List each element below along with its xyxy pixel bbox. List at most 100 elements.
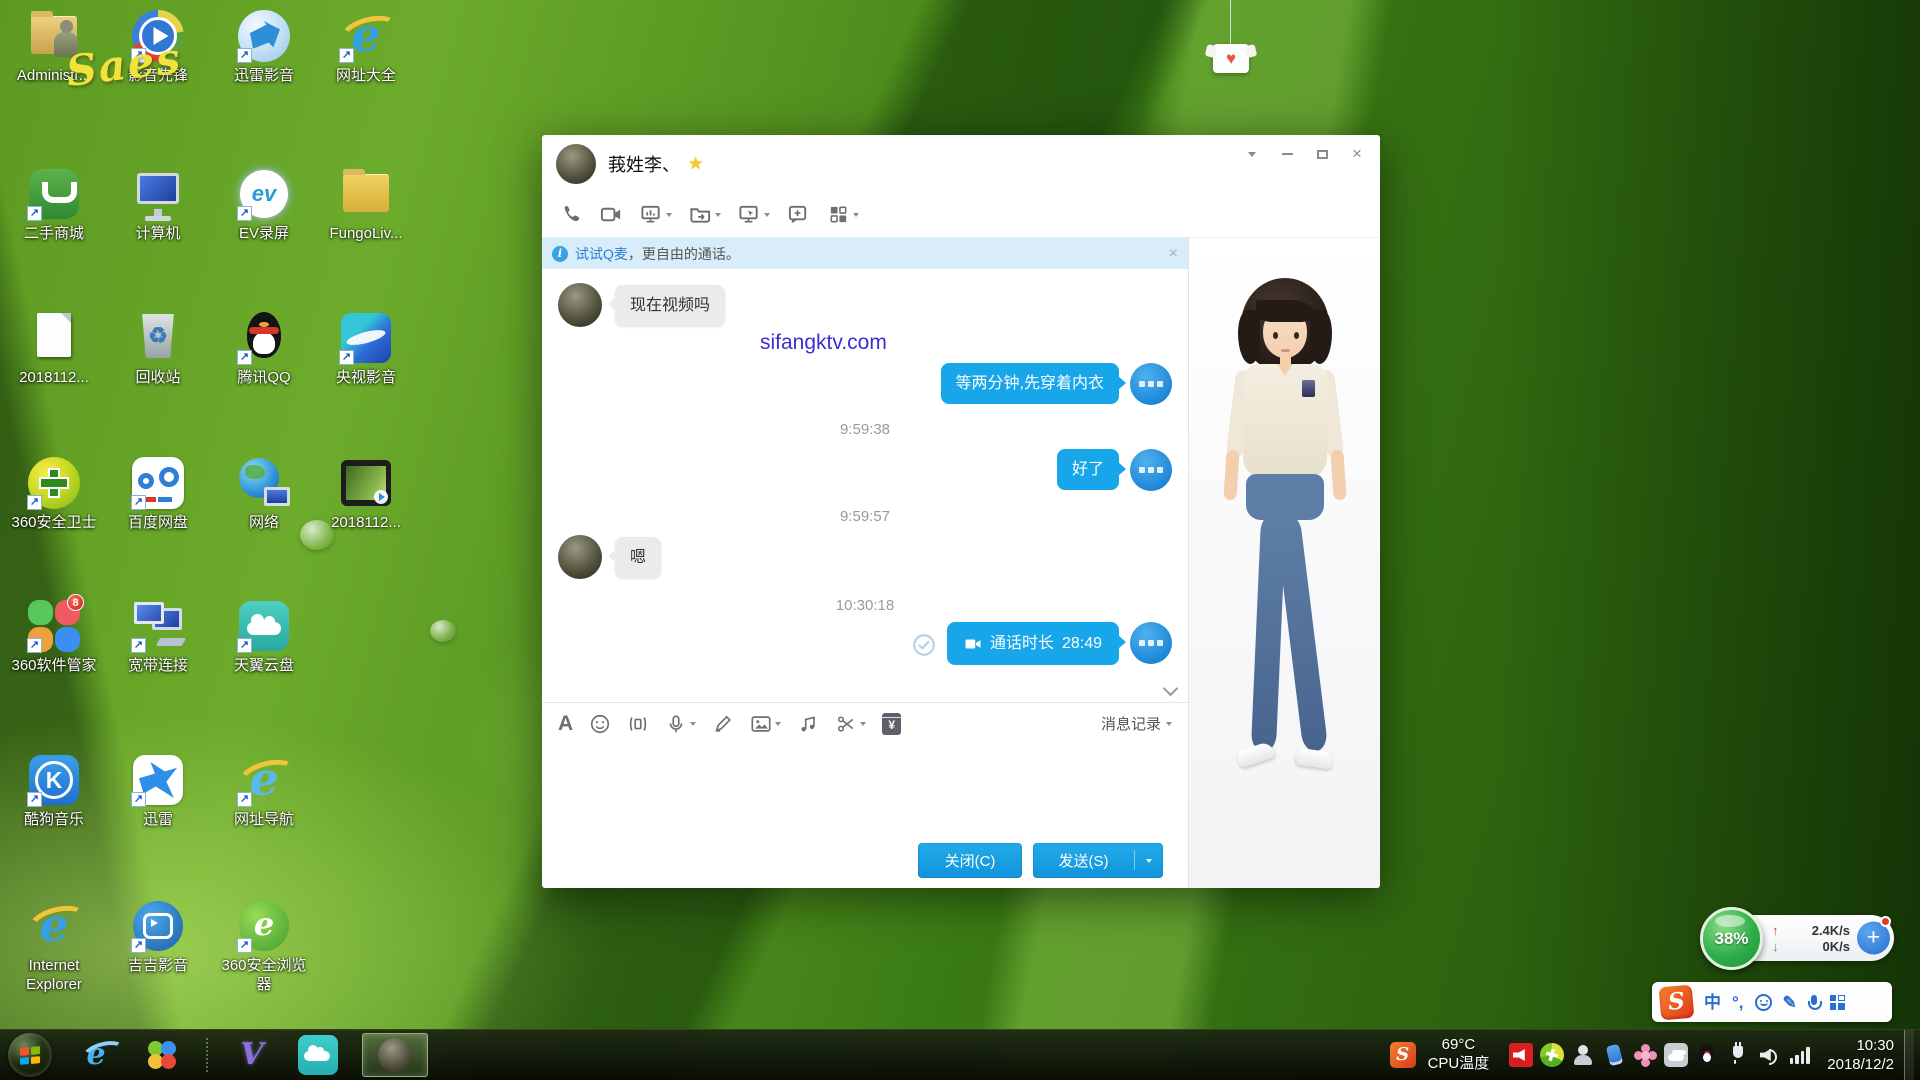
maximize-button[interactable] <box>1309 143 1335 165</box>
tray-audio-app-icon[interactable] <box>1509 1043 1533 1067</box>
taskbar-purple-v-app[interactable]: V <box>230 1033 274 1077</box>
desktop-icon-tianyi-yunpan[interactable]: ↗ 天翼云盘 <box>216 598 312 676</box>
call-duration-bubble[interactable]: 通话时长 28:49 <box>947 622 1119 665</box>
message-area[interactable]: 现在视频吗 sifangktv.com 等两分钟,先穿着内衣 9:59:38 好… <box>542 269 1188 702</box>
desktop-icon-document-2018112[interactable]: 2018112... <box>6 310 102 388</box>
red-packet-button[interactable]: ¥ <box>882 713 901 735</box>
tray-contact-icon[interactable] <box>1571 1043 1595 1067</box>
minimize-button[interactable] <box>1274 143 1300 165</box>
peer-avatar[interactable] <box>556 144 596 184</box>
caret-down-icon <box>715 213 721 220</box>
sogou-ime-bar[interactable]: S 中 °, ✎ <box>1652 982 1892 1022</box>
screen-demo-button[interactable] <box>640 203 672 226</box>
taskbar-internet-explorer[interactable]: e <box>74 1033 118 1077</box>
handwriting-button[interactable] <box>712 713 734 735</box>
self-message-avatar[interactable] <box>1130 363 1172 405</box>
desktop-icon-360-ruanjian-guanjia[interactable]: 8↗ 360软件管家 <box>6 598 102 676</box>
font-button[interactable]: A <box>558 713 573 734</box>
screenshot-button[interactable] <box>835 713 866 735</box>
desktop-icon-ershou-shangcheng[interactable]: ↗ 二手商城 <box>6 166 102 244</box>
show-desktop-button[interactable] <box>1904 1030 1914 1080</box>
app-grid-button[interactable] <box>827 203 859 226</box>
send-image-button[interactable] <box>750 713 781 735</box>
send-button[interactable]: 发送(S) <box>1033 843 1163 878</box>
message-input[interactable] <box>542 744 1188 832</box>
close-chat-button[interactable]: 关闭(C) <box>918 843 1022 878</box>
tray-qq-icon[interactable] <box>1695 1043 1719 1067</box>
remote-assist-button[interactable] <box>738 203 770 226</box>
desktop-icon-yangshi-yingyin[interactable]: ↗ 央视影音 <box>318 310 414 388</box>
taskbar-active-qq-chat[interactable] <box>362 1033 428 1077</box>
computer-icon <box>130 166 186 222</box>
shortcut-arrow-icon: ↗ <box>339 48 354 63</box>
tray-flower-icon[interactable] <box>1633 1043 1657 1067</box>
ime-toolbox-button[interactable] <box>1830 995 1845 1010</box>
desktop-icon-internet-explorer[interactable]: e Internet Explorer <box>6 898 102 995</box>
taskbar-clock[interactable]: 10:30 2018/12/2 <box>1827 1036 1894 1075</box>
desktop-icon-360-browser[interactable]: e↗ 360安全浏览器 <box>216 898 312 995</box>
desktop-icon-xunlei[interactable]: ↗ 迅雷 <box>110 752 206 830</box>
desktop-icon-wangzhi-daquan[interactable]: e↗ 网址大全 <box>318 8 414 86</box>
ime-voice-button[interactable] <box>1808 995 1819 1010</box>
qmai-link[interactable]: 试试Q麦 <box>575 244 628 264</box>
dew-drop <box>430 620 456 642</box>
outgoing-bubble: 等两分钟,先穿着内衣 <box>941 363 1119 404</box>
qq-show-panel[interactable] <box>1188 238 1380 888</box>
tray-volume-icon[interactable] <box>1757 1043 1781 1067</box>
create-group-button[interactable] <box>787 203 810 226</box>
desktop-icon-recycle-bin[interactable]: ♻ 回收站 <box>110 310 206 388</box>
desktop-icon-kugou-music[interactable]: K↗ 酷狗音乐 <box>6 752 102 830</box>
document-icon <box>26 310 82 366</box>
voice-message-button[interactable] <box>665 713 696 735</box>
desktop-icon-kuandai-lianjie[interactable]: ↗ 宽带连接 <box>110 598 206 676</box>
tray-sogou-icon[interactable]: S <box>1390 1042 1416 1068</box>
desktop-icon-baidu-wangpan[interactable]: ↗ 百度网盘 <box>110 455 206 533</box>
jiji-player-icon: ↗ <box>130 898 186 954</box>
music-share-button[interactable] <box>797 713 819 735</box>
voice-call-button[interactable] <box>560 203 583 226</box>
ime-punctuation-button[interactable]: °, <box>1732 994 1744 1011</box>
self-message-avatar[interactable] <box>1130 449 1172 491</box>
window-titlebar[interactable]: 莪姓李、 ★ × <box>542 135 1380 192</box>
send-file-button[interactable] <box>689 203 721 226</box>
send-options-caret[interactable] <box>1135 855 1163 866</box>
start-button[interactable] <box>8 1033 52 1077</box>
memory-ball[interactable]: 38% <box>1700 907 1763 970</box>
desktop-icon-jiji-yingyin[interactable]: ↗ 吉吉影音 <box>110 898 206 976</box>
tray-360-icon[interactable] <box>1540 1043 1564 1067</box>
desktop-icon-ev-luping[interactable]: ev↗ EV录屏 <box>216 166 312 244</box>
sogou-logo-icon[interactable]: S <box>1659 984 1695 1020</box>
desktop-icon-xunlei-yingyin[interactable]: ↗ 迅雷影音 <box>216 8 312 86</box>
caret-down-icon <box>690 722 696 729</box>
peer-message-avatar[interactable] <box>558 535 602 579</box>
scroll-down-chevron-icon[interactable] <box>1163 681 1179 697</box>
close-window-button[interactable]: × <box>1344 143 1370 165</box>
peer-message-avatar[interactable] <box>558 283 602 327</box>
tray-power-plug-icon[interactable] <box>1726 1043 1750 1067</box>
taskbar-tianyi-cloud[interactable] <box>296 1033 340 1077</box>
desktop-icon-video-2018112[interactable]: 2018112... <box>318 455 414 533</box>
desktop-icon-wangzhi-daohang[interactable]: e↗ 网址导航 <box>216 752 312 830</box>
window-skin-caret[interactable] <box>1239 143 1265 165</box>
desktop-icon-computer[interactable]: 计算机 <box>110 166 206 244</box>
ime-emoji-button[interactable] <box>1755 994 1772 1011</box>
desktop-icon-network[interactable]: 网络 <box>216 455 312 533</box>
desktop-icon-fungoliv[interactable]: FungoLiv... <box>318 166 414 244</box>
self-message-avatar[interactable] <box>1130 622 1172 664</box>
tray-network-signal-icon[interactable] <box>1788 1043 1812 1067</box>
taskbar-sogou-browser[interactable] <box>140 1033 184 1077</box>
ime-handwrite-button[interactable]: ✎ <box>1783 994 1797 1011</box>
window-shake-button[interactable] <box>627 713 649 735</box>
360-speed-widget[interactable]: ↑2.4K/s ↓0K/s + 38% <box>1700 905 1900 975</box>
message-history-button[interactable]: 消息记录 <box>1101 713 1172 734</box>
tray-cloud-icon[interactable] <box>1664 1043 1688 1067</box>
desktop-icon-tencent-qq[interactable]: ↗ 腾讯QQ <box>216 310 312 388</box>
tray-phone-icon[interactable] <box>1602 1043 1626 1067</box>
emoji-button[interactable] <box>589 713 611 735</box>
desktop-icon-360-weishi[interactable]: ↗ 360安全卫士 <box>6 455 102 533</box>
notice-close-icon[interactable]: × <box>1169 245 1178 263</box>
shortcut-arrow-icon: ↗ <box>27 792 42 807</box>
favorite-star-icon[interactable]: ★ <box>688 154 703 174</box>
ime-language-button[interactable]: 中 <box>1704 994 1721 1011</box>
video-call-button[interactable] <box>600 203 623 226</box>
